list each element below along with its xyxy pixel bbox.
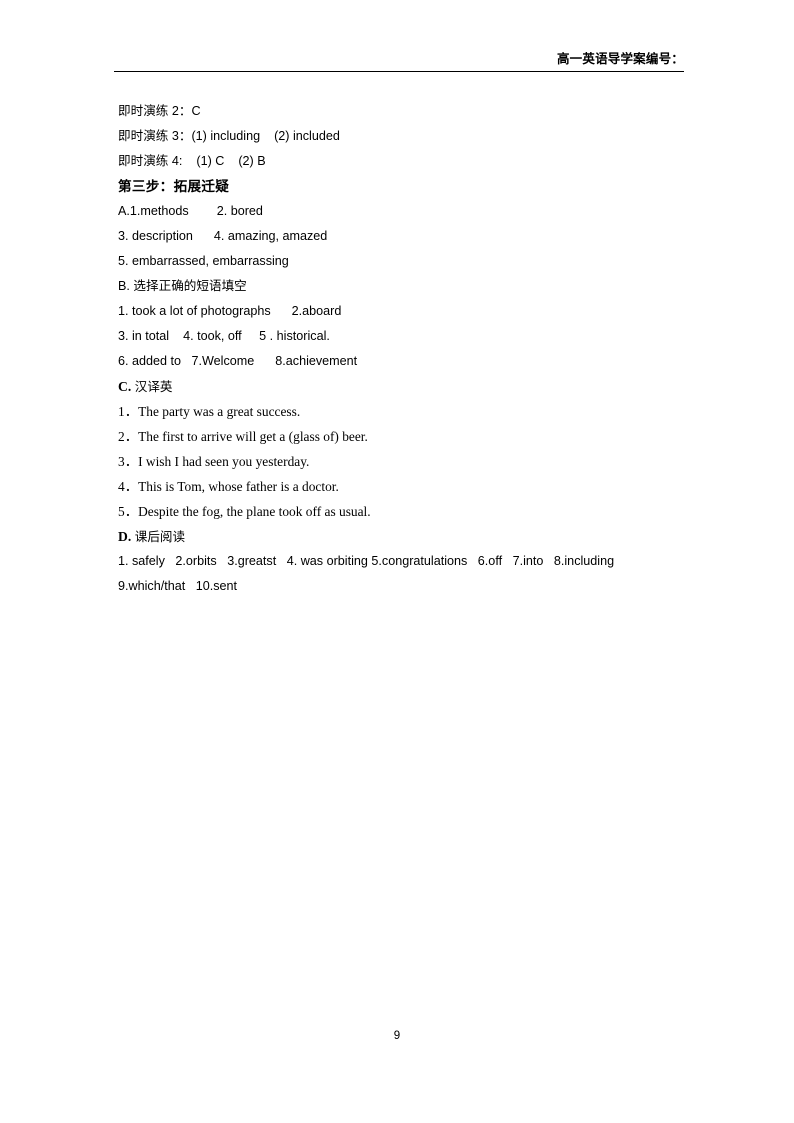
section-c-title: 汉译英 bbox=[134, 380, 173, 394]
section-d-heading: D. 课后阅读 bbox=[118, 524, 718, 549]
section-d-line-1: 1. safely 2.orbits 3.greatst 4. was orbi… bbox=[118, 554, 615, 568]
section-a-line-1: A.1.methods 2. bored bbox=[118, 204, 263, 218]
section-a-line-2: 3. description 4. amazing, amazed bbox=[118, 229, 328, 243]
section-d-title: 课后阅读 bbox=[134, 530, 186, 544]
answer-line-drill2: 即时演练 2：C bbox=[118, 104, 201, 118]
section-d-letter: D. bbox=[118, 529, 132, 544]
document-body: 即时演练 2：C 即时演练 3：(1) including (2) includ… bbox=[118, 99, 718, 599]
page-header: 高一英语导学案编号： bbox=[114, 50, 684, 72]
answer-line-drill3: 即时演练 3：(1) including (2) included bbox=[118, 129, 340, 143]
section-b-line-2: 3. in total 4. took, off 5 . historical. bbox=[118, 329, 330, 343]
section-c-sentence-3: 3．I wish I had seen you yesterday. bbox=[118, 454, 310, 469]
section-a-line-3: 5. embarrassed, embarrassing bbox=[118, 254, 289, 268]
page-number: 9 bbox=[393, 1030, 401, 1042]
section-b-letter: B. bbox=[118, 279, 130, 293]
section-c-letter: C. bbox=[118, 379, 132, 394]
page-footer: 9 bbox=[0, 1026, 794, 1044]
section-c-sentence-2: 2．The first to arrive will get a (glass … bbox=[118, 429, 368, 444]
section-heading-step3: 第三步：拓展迁疑 bbox=[118, 179, 230, 194]
section-b-line-1: 1. took a lot of photographs 2.aboard bbox=[118, 304, 342, 318]
header-title: 高一英语导学案编号： bbox=[556, 52, 684, 66]
document-page: 高一英语导学案编号： 即时演练 2：C 即时演练 3：(1) including… bbox=[0, 0, 794, 1123]
section-b-line-3: 6. added to 7.Welcome 8.achievement bbox=[118, 354, 358, 368]
section-d-line-2: 9.which/that 10.sent bbox=[118, 579, 238, 593]
section-b-heading: B. 选择正确的短语填空 bbox=[118, 274, 718, 299]
answer-line-drill4: 即时演练 4: (1) C (2) B bbox=[118, 154, 266, 168]
section-c-sentence-4: 4．This is Tom, whose father is a doctor. bbox=[118, 479, 339, 494]
section-b-title: 选择正确的短语填空 bbox=[133, 279, 247, 293]
header-divider bbox=[114, 71, 684, 72]
section-c-sentence-5: 5．Despite the fog, the plane took off as… bbox=[118, 504, 371, 519]
section-c-sentence-1: 1．The party was a great success. bbox=[118, 404, 301, 419]
section-c-heading: C. 汉译英 bbox=[118, 374, 718, 399]
